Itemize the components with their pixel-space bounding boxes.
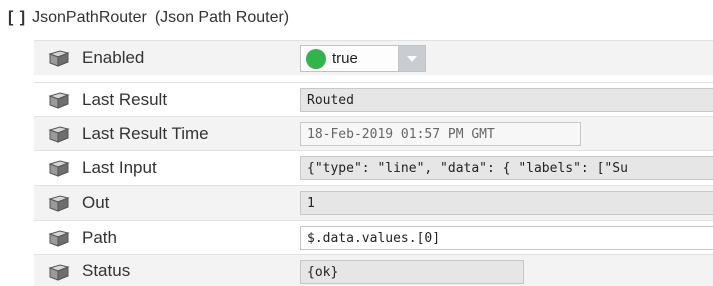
last-input-field: {"type": "line", "data": { "labels": ["S… (300, 156, 713, 180)
property-row-last-result-time: Last Result Time 18-Feb-2019 01:57 PM GM… (34, 116, 713, 151)
property-label: Enabled (82, 48, 145, 67)
enabled-value: true (332, 50, 358, 67)
property-label: Last Result Time (82, 124, 209, 143)
status-dot-icon (306, 48, 326, 69)
path-input[interactable]: $.data.values.[0] (300, 226, 713, 250)
property-row-last-input: Last Input {"type": "line", "data": { "l… (34, 150, 713, 185)
enabled-select[interactable]: true (300, 45, 426, 72)
property-label: Out (82, 193, 110, 212)
property-row-enabled: Enabled true (34, 40, 713, 75)
out-field: 1 (300, 191, 713, 215)
slot-icon (48, 195, 70, 212)
component-name: JsonPathRouter (32, 9, 147, 26)
property-label: Last Result (82, 90, 168, 109)
property-label: Last Input (82, 158, 157, 177)
slot-icon (48, 160, 70, 177)
component-type: (Json Path Router) (154, 9, 290, 26)
component-header: [ ] JsonPathRouter (Json Path Router) (8, 6, 289, 30)
property-row-status: Status {ok} (34, 254, 713, 286)
property-row-out: Out 1 (34, 185, 713, 220)
last-result-time-field: 18-Feb-2019 01:57 PM GMT (300, 122, 581, 146)
slot-icon (48, 264, 70, 281)
slot-icon (48, 50, 70, 67)
status-field: {ok} (300, 260, 524, 284)
property-label: Status (82, 260, 131, 280)
component-brackets-icon: [ ] (8, 9, 27, 26)
property-label: Path (82, 228, 117, 247)
property-row-last-result: Last Result Routed (34, 82, 713, 117)
last-result-field: Routed (300, 88, 713, 112)
slot-icon (48, 126, 70, 143)
slot-icon (48, 230, 70, 247)
property-row-path: Path $.data.values.[0] (34, 220, 713, 255)
slot-icon (48, 92, 70, 109)
chevron-down-icon[interactable] (398, 46, 425, 71)
